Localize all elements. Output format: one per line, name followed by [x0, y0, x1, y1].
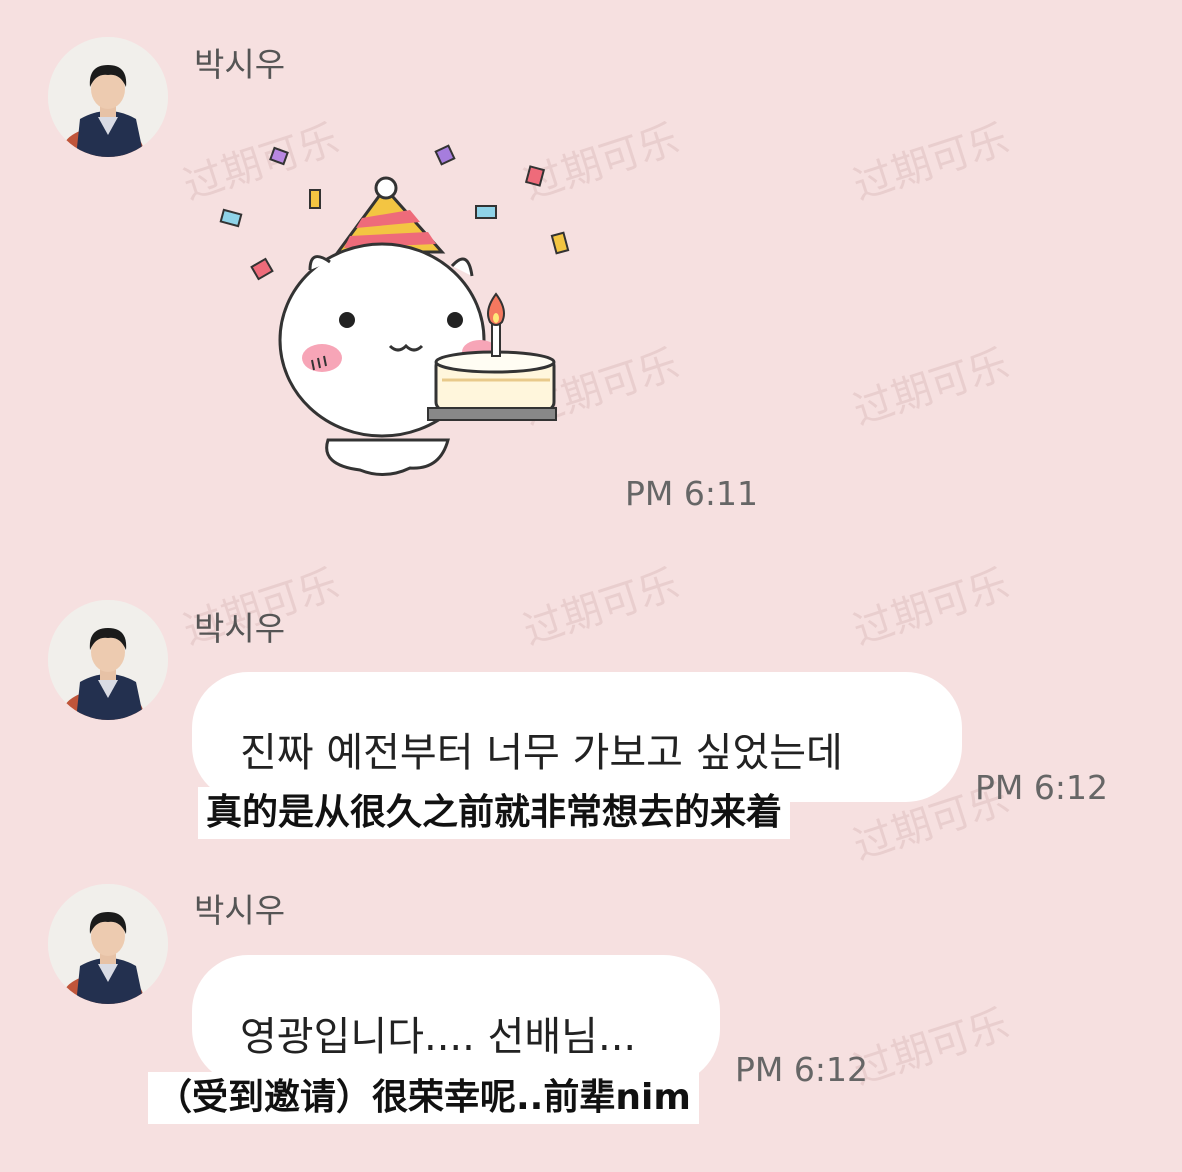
watermark: 过期可乐 — [848, 1001, 1015, 1095]
watermark: 过期可乐 — [848, 341, 1015, 435]
message-subtitle: 真的是从很久之前就非常想去的来着 — [198, 787, 791, 839]
watermark: 过期可乐 — [518, 561, 685, 655]
avatar[interactable] — [48, 600, 168, 720]
message-text: 진짜 예전부터 너무 가보고 싶었는데 — [240, 730, 843, 776]
avatar[interactable] — [48, 884, 168, 1004]
sender-name: 박시우 — [194, 45, 286, 84]
sender-name: 박시우 — [194, 609, 286, 648]
watermark: 过期可乐 — [848, 116, 1015, 210]
sticker-message[interactable] — [210, 140, 570, 480]
sender-name: 박시우 — [194, 891, 286, 930]
birthday-cake-sticker-icon — [219, 144, 570, 476]
avatar[interactable] — [48, 37, 168, 157]
message-time: PM 6:11 — [625, 474, 758, 513]
avatar-photo-icon — [48, 884, 168, 1004]
message-time: PM 6:12 — [975, 768, 1108, 807]
message-time: PM 6:12 — [735, 1050, 868, 1089]
avatar-photo-icon — [48, 600, 168, 720]
avatar-photo-icon — [48, 37, 168, 157]
watermark: 过期可乐 — [848, 561, 1015, 655]
message-text: 영광입니다.... 선배님... — [240, 1014, 637, 1060]
message-subtitle: （受到邀请）很荣幸呢..前辈nim — [148, 1072, 699, 1124]
